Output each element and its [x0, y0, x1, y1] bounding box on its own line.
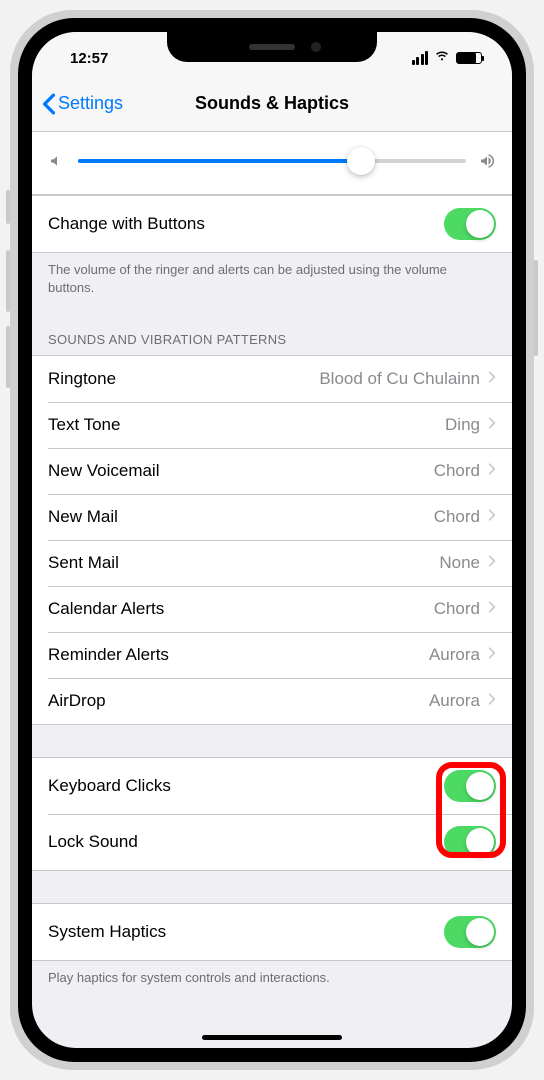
- pattern-label: Text Tone: [48, 415, 120, 435]
- chevron-right-icon: [488, 599, 496, 619]
- status-time: 12:57: [56, 50, 108, 67]
- wifi-icon: [434, 48, 450, 68]
- chevron-right-icon: [488, 691, 496, 711]
- pattern-row[interactable]: Reminder Alerts Aurora: [32, 632, 512, 678]
- pattern-row[interactable]: Sent Mail None: [32, 540, 512, 586]
- pattern-label: Reminder Alerts: [48, 645, 169, 665]
- system-haptics-row: System Haptics: [32, 904, 512, 960]
- pattern-value: Aurora: [429, 691, 496, 711]
- pattern-label: Ringtone: [48, 369, 116, 389]
- pattern-value: Chord: [434, 599, 496, 619]
- keyboard-clicks-label: Keyboard Clicks: [48, 776, 171, 796]
- keyboard-clicks-row: Keyboard Clicks: [32, 758, 512, 814]
- device-notch: [167, 32, 377, 62]
- volume-down: [6, 326, 10, 388]
- system-haptics-toggle[interactable]: [444, 916, 496, 948]
- lock-sound-toggle[interactable]: [444, 826, 496, 858]
- pattern-row[interactable]: Calendar Alerts Chord: [32, 586, 512, 632]
- pattern-row[interactable]: New Voicemail Chord: [32, 448, 512, 494]
- pattern-value: Blood of Cu Chulainn: [319, 369, 496, 389]
- pattern-row[interactable]: Ringtone Blood of Cu Chulainn: [32, 356, 512, 402]
- ringer-volume-slider-row: [32, 132, 512, 195]
- patterns-header: SOUNDS AND VIBRATION PATTERNS: [32, 312, 512, 355]
- lock-sound-row: Lock Sound: [32, 814, 512, 870]
- chevron-right-icon: [488, 415, 496, 435]
- system-haptics-label: System Haptics: [48, 922, 166, 942]
- chevron-right-icon: [488, 461, 496, 481]
- pattern-row[interactable]: Text Tone Ding: [32, 402, 512, 448]
- pattern-label: New Voicemail: [48, 461, 160, 481]
- pattern-value: Chord: [434, 507, 496, 527]
- pattern-label: AirDrop: [48, 691, 106, 711]
- pattern-row[interactable]: AirDrop Aurora: [32, 678, 512, 724]
- volume-footer: The volume of the ringer and alerts can …: [32, 253, 512, 312]
- change-with-buttons-toggle[interactable]: [444, 208, 496, 240]
- pattern-label: Calendar Alerts: [48, 599, 164, 619]
- chevron-left-icon: [42, 93, 56, 115]
- pattern-label: Sent Mail: [48, 553, 119, 573]
- power-button: [534, 260, 538, 356]
- chevron-right-icon: [488, 369, 496, 389]
- volume-up: [6, 250, 10, 312]
- ringer-volume-slider[interactable]: [78, 146, 466, 176]
- back-button[interactable]: Settings: [42, 93, 123, 115]
- volume-high-icon: [478, 152, 496, 170]
- back-label: Settings: [58, 93, 123, 114]
- pattern-value: Aurora: [429, 645, 496, 665]
- chevron-right-icon: [488, 553, 496, 573]
- change-with-buttons-label: Change with Buttons: [48, 214, 205, 234]
- pattern-label: New Mail: [48, 507, 118, 527]
- lock-sound-label: Lock Sound: [48, 832, 138, 852]
- home-indicator[interactable]: [202, 1035, 342, 1040]
- volume-low-icon: [48, 152, 66, 170]
- mute-switch: [6, 190, 10, 224]
- haptics-footer: Play haptics for system controls and int…: [32, 961, 512, 1003]
- change-with-buttons-row: Change with Buttons: [32, 196, 512, 252]
- device-frame: 12:57 Settings Sounds & Haptics: [10, 10, 534, 1070]
- cellular-icon: [412, 51, 429, 65]
- pattern-row[interactable]: New Mail Chord: [32, 494, 512, 540]
- chevron-right-icon: [488, 507, 496, 527]
- battery-icon: [456, 52, 482, 64]
- pattern-value: Ding: [445, 415, 496, 435]
- pattern-value: None: [439, 553, 496, 573]
- keyboard-clicks-toggle[interactable]: [444, 770, 496, 802]
- navigation-bar: Settings Sounds & Haptics: [32, 76, 512, 132]
- pattern-value: Chord: [434, 461, 496, 481]
- chevron-right-icon: [488, 645, 496, 665]
